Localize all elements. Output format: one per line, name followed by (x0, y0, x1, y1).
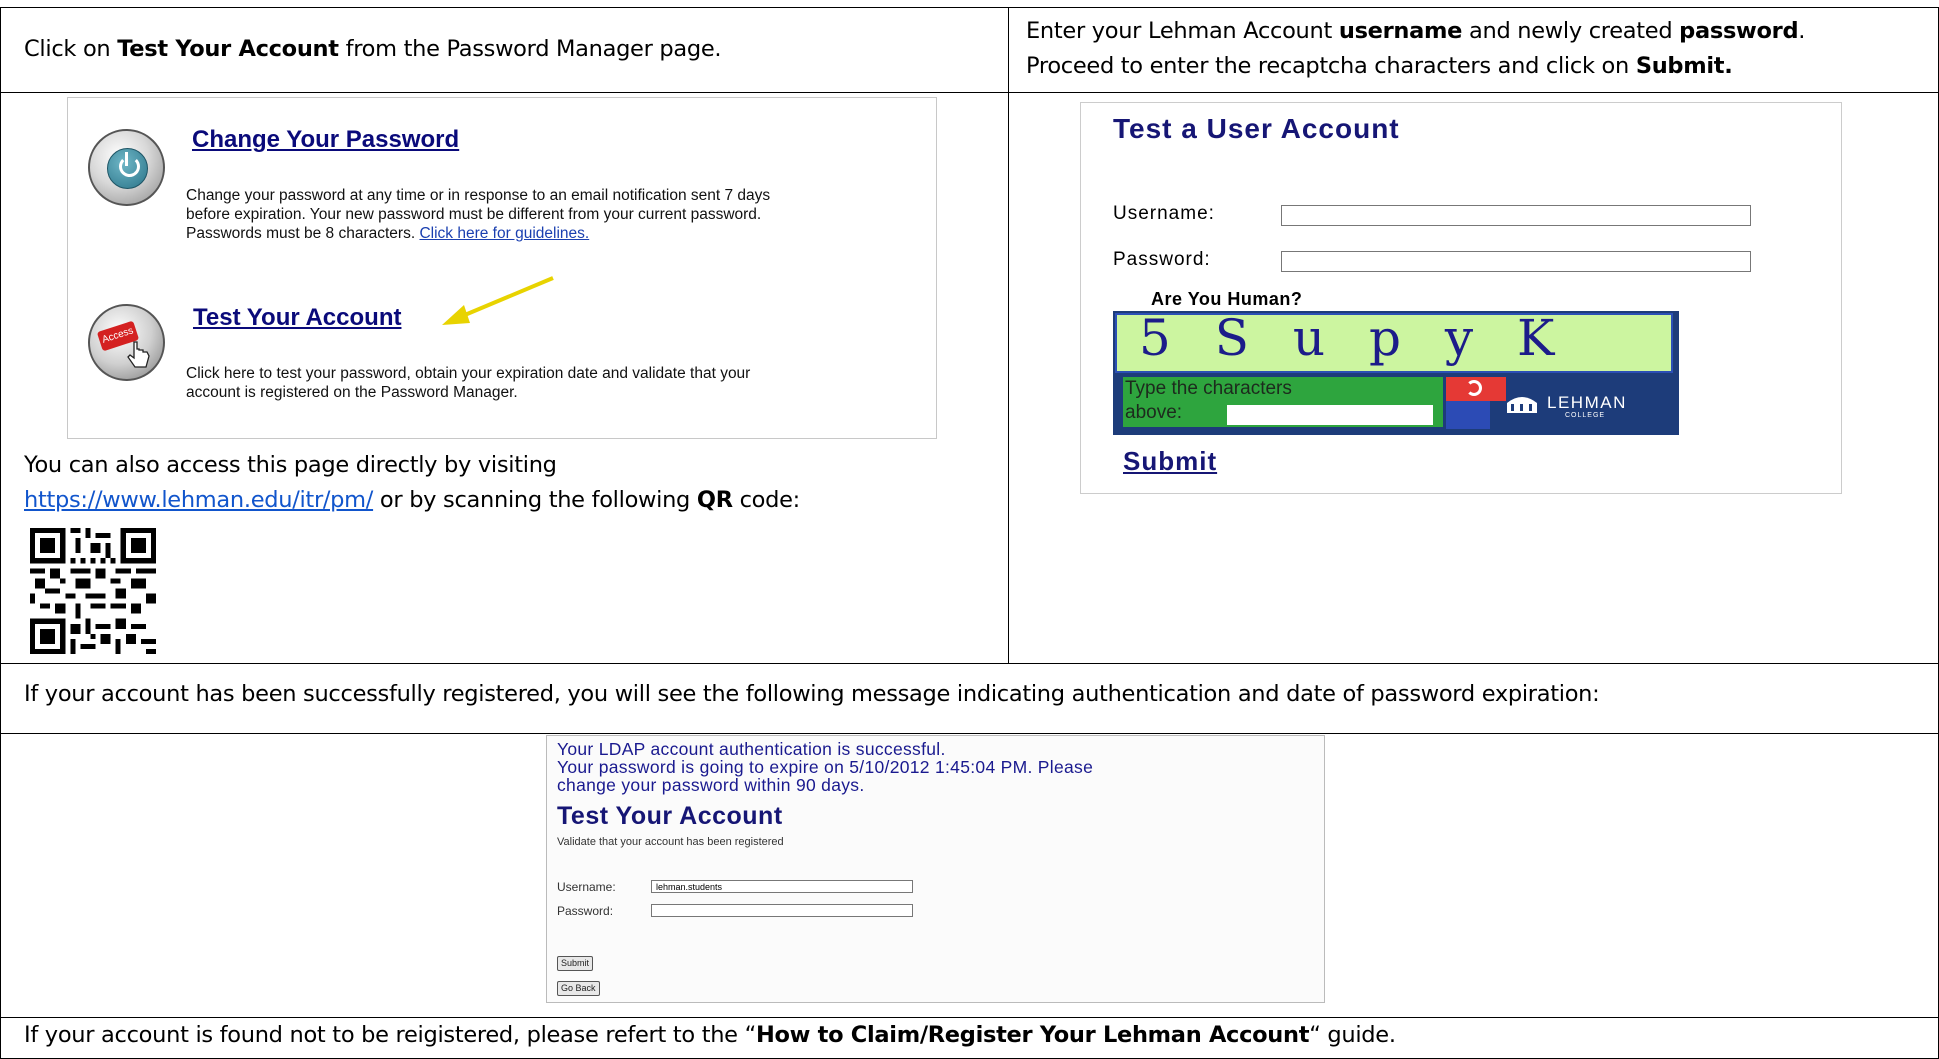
lehman-brand: LEHMAN (1547, 393, 1627, 412)
refresh-icon (1466, 380, 1482, 396)
result-go-back-button[interactable]: Go Back (557, 981, 600, 996)
captcha-text: 5 S u p y K (1139, 309, 1569, 367)
instruction-text: “ guide. (1309, 1022, 1396, 1048)
username-input[interactable] (1281, 205, 1751, 226)
test-account-description: Click here to test your password, obtain… (186, 364, 926, 402)
result-submit-button[interactable]: Submit (557, 956, 594, 971)
step-click-test-account: Click on Test Your Account from the Pass… (24, 36, 994, 62)
instruction-text: If your account is found not to be reigi… (24, 1022, 756, 1048)
change-password-link[interactable]: Change Your Password (192, 126, 459, 154)
hand-cursor-icon (127, 341, 150, 368)
table-row-divider (0, 92, 1939, 93)
instruction-text: . (1798, 18, 1806, 44)
test-your-account-link[interactable]: Test Your Account (193, 304, 401, 332)
result-password-label: Password: (557, 904, 614, 918)
success-message: Your LDAP account authentication is succ… (557, 740, 1093, 794)
yellow-arrow-icon (442, 276, 554, 325)
test-result-screenshot: Your LDAP account authentication is succ… (546, 735, 1325, 1003)
test-user-account-screenshot: Test a User Account Username: Password: … (1080, 102, 1842, 494)
captcha-type-panel: Type the characters above: (1123, 377, 1443, 427)
table-border-left (0, 7, 1, 1059)
instruction-bold: username (1338, 18, 1463, 44)
description-line: before expiration. Your new password mus… (186, 206, 762, 223)
description-line: Change your password at any time or in r… (186, 187, 771, 204)
lehman-logo-icon (1507, 397, 1537, 413)
instruction-bold: Submit. (1635, 53, 1733, 79)
table-border-top (0, 7, 1939, 8)
result-username-label: Username: (557, 880, 616, 894)
instruction-text: and newly created (1462, 18, 1680, 44)
instruction-text: or by scanning the following (373, 487, 697, 513)
captcha-instruction-line: Type the characters (1125, 378, 1292, 399)
password-label: Password: (1113, 249, 1211, 270)
success-message-line: Your LDAP account authentication is succ… (557, 739, 946, 759)
success-intro-text: If your account has been successfully re… (24, 681, 1600, 707)
result-username-input[interactable] (651, 880, 913, 893)
change-password-description: Change your password at any time or in r… (186, 186, 926, 243)
instruction-text: Enter your Lehman Account (1026, 18, 1339, 44)
result-subtitle: Validate that your account has been regi… (557, 836, 784, 848)
instruction-text: from the Password Manager page. (338, 36, 722, 62)
password-manager-url-link[interactable]: https://www.lehman.edu/itr/pm/ (24, 487, 373, 513)
submit-button[interactable]: Submit (1123, 446, 1217, 477)
instruction-text: code: (732, 487, 801, 513)
result-password-input[interactable] (651, 904, 913, 917)
audio-captcha-button[interactable] (1446, 401, 1490, 429)
password-manager-screenshot: Change Your Password Change your passwor… (67, 97, 937, 439)
guide-name: How to Claim/Register Your Lehman Accoun… (755, 1022, 1310, 1048)
captcha-input[interactable] (1227, 405, 1433, 425)
power-icon[interactable] (88, 129, 165, 206)
guidelines-link[interactable]: Click here for guidelines. (419, 225, 589, 242)
table-column-divider (1008, 7, 1009, 663)
captcha-image: 5 S u p y K (1115, 309, 1673, 373)
table-row-divider (0, 663, 1939, 664)
not-registered-text: If your account is found not to be reigi… (24, 1022, 1924, 1048)
description-line: Passwords must be 8 characters. (186, 225, 420, 242)
direct-access-text: You can also access this page directly b… (24, 448, 999, 518)
description-line: account is registered on the Password Ma… (186, 384, 518, 401)
lehman-brand-sub: COLLEGE (1565, 412, 1606, 419)
captcha-widget: 5 S u p y K Type the characters above: L… (1113, 309, 1679, 435)
success-message-line: Your password is going to expire on 5/10… (557, 757, 1094, 777)
password-input[interactable] (1281, 251, 1751, 272)
captcha-heading: Are You Human? (1151, 289, 1303, 309)
instruction-text: Click on (24, 36, 118, 62)
page-title: Test a User Account (1113, 113, 1400, 144)
instruction-bold: Test Your Account (117, 36, 339, 62)
table-row-divider (0, 733, 1939, 734)
username-label: Username: (1113, 203, 1215, 224)
step-enter-credentials: Enter your Lehman Account username and n… (1026, 14, 1931, 84)
description-line: Click here to test your password, obtain… (186, 365, 751, 382)
instruction-bold: QR (696, 487, 733, 513)
instruction-text: Proceed to enter the recaptcha character… (1026, 53, 1636, 79)
success-message-line: change your password within 90 days. (557, 775, 865, 795)
table-row-divider (0, 1017, 1939, 1018)
access-icon[interactable]: Access (88, 304, 165, 381)
qr-code-icon[interactable] (30, 528, 156, 654)
refresh-captcha-button[interactable] (1446, 377, 1506, 401)
instruction-bold: password (1679, 18, 1799, 44)
result-title: Test Your Account (557, 802, 783, 830)
instruction-text: You can also access this page directly b… (24, 452, 557, 478)
